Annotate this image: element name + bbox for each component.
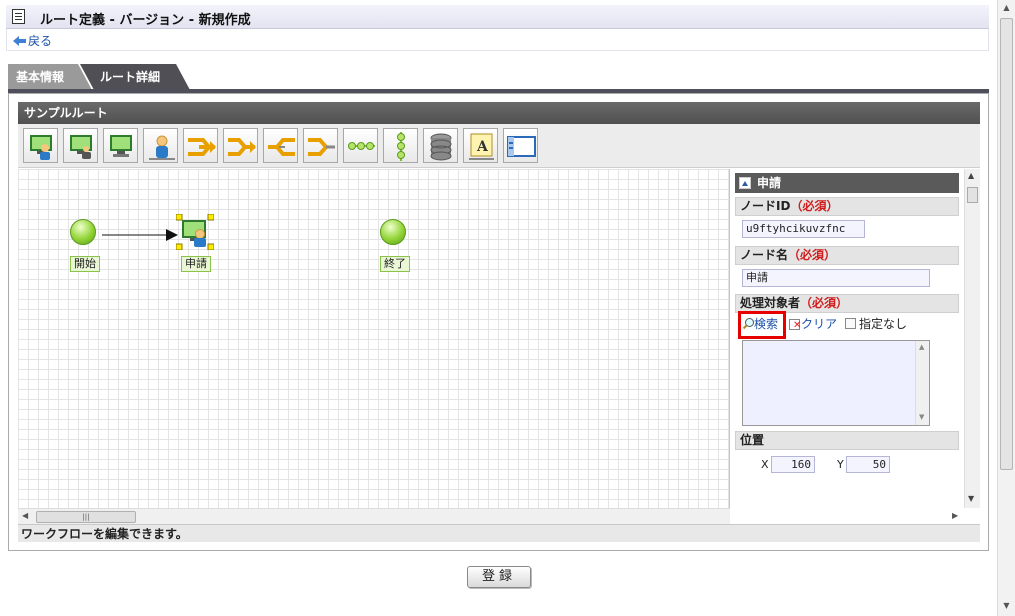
split-icon[interactable] xyxy=(183,128,218,163)
window-scroll-thumb[interactable] xyxy=(1000,18,1013,470)
window-scroll-up-icon[interactable]: ▲ xyxy=(998,0,1015,16)
flow-canvas[interactable]: 開始 申請 終了 xyxy=(18,169,730,524)
back-link[interactable]: 戻る xyxy=(13,32,52,49)
search-button[interactable]: 検索 xyxy=(738,311,786,339)
apply-node[interactable] xyxy=(175,213,215,251)
database-icon[interactable] xyxy=(423,128,458,163)
split-alt-icon[interactable] xyxy=(263,128,298,163)
merge-alt-icon[interactable] xyxy=(303,128,338,163)
no-spec-checkbox[interactable]: 指定なし xyxy=(845,315,907,332)
node-name-field[interactable]: 申請 xyxy=(742,269,930,287)
scroll-left-arrow-icon[interactable]: ◀ xyxy=(22,511,28,520)
x-label: X xyxy=(761,458,769,471)
title-bar: ルート定義 - バージョン - 新規作成 xyxy=(6,5,989,29)
merge-icon[interactable] xyxy=(223,128,258,163)
node-name-label: ノード名 xyxy=(740,248,789,262)
user-process-multi-icon[interactable] xyxy=(63,128,98,163)
search-icon xyxy=(743,318,754,329)
target-listbox[interactable]: ▲ ▼ xyxy=(742,340,930,426)
checkbox-box[interactable] xyxy=(845,318,856,329)
document-icon xyxy=(12,9,25,24)
scroll-thumb[interactable]: ||| xyxy=(36,511,136,523)
properties-title-text: 申請 xyxy=(757,176,782,190)
window-scroll-down-icon[interactable]: ▼ xyxy=(998,598,1015,614)
back-arrow-icon xyxy=(13,36,26,46)
x-field[interactable]: 160 xyxy=(771,456,815,473)
register-button[interactable]: 登録 xyxy=(467,566,531,588)
status-bar: ワークフローを編集できます。 xyxy=(18,524,980,542)
position-header: 位置 xyxy=(735,431,959,450)
props-scroll-thumb[interactable] xyxy=(967,187,978,203)
route-editor-panel: サンプルルート A 開始 申請 終了 ◀ ||| ▶ 申請 ノードID（必須） … xyxy=(8,93,989,551)
scroll-right-arrow-icon[interactable]: ▶ xyxy=(952,511,958,520)
clear-icon xyxy=(789,318,801,331)
toolbar: A xyxy=(18,124,980,168)
target-label: 処理対象者 xyxy=(740,296,801,310)
properties-title: 申請 xyxy=(735,173,959,193)
end-node[interactable] xyxy=(380,219,406,245)
window-scrollbar[interactable]: ▲ ▼ xyxy=(997,0,1015,616)
system-process-icon[interactable] xyxy=(103,128,138,163)
clear-button[interactable]: クリア xyxy=(789,315,837,332)
page-title: ルート定義 - バージョン - 新規作成 xyxy=(40,13,251,28)
vertical-line-icon[interactable] xyxy=(383,128,418,163)
user-process-icon[interactable] xyxy=(23,128,58,163)
node-name-header: ノード名（必須） xyxy=(735,246,959,265)
y-label: Y xyxy=(837,458,844,471)
apply-node-label: 申請 xyxy=(181,256,211,272)
tab-basic-info[interactable]: 基本情報 xyxy=(8,64,92,90)
properties-panel: 申請 ノードID（必須） u9ftyhcikuvzfnc ノード名（必須） 申請… xyxy=(731,169,981,508)
back-row: 戻る xyxy=(6,29,989,51)
panel-title: サンプルルート xyxy=(18,102,980,124)
search-label: 検索 xyxy=(754,317,779,331)
connection-arrow xyxy=(102,229,178,241)
properties-scrollbar[interactable]: ▲ ▼ xyxy=(964,169,980,508)
required-mark: （必須） xyxy=(800,296,849,310)
clear-label: クリア xyxy=(801,317,838,331)
end-node-label: 終了 xyxy=(380,256,410,272)
y-field[interactable]: 50 xyxy=(846,456,890,473)
required-mark: （必須） xyxy=(788,248,837,262)
person-icon[interactable] xyxy=(143,128,178,163)
user-process-icon xyxy=(175,213,215,251)
node-id-label: ノードID xyxy=(740,199,791,213)
collapse-icon[interactable] xyxy=(739,177,751,189)
node-id-header: ノードID（必須） xyxy=(735,197,959,216)
listbox-up-arrow-icon[interactable]: ▲ xyxy=(919,343,924,351)
node-id-field[interactable]: u9ftyhcikuvzfnc xyxy=(742,220,865,238)
svg-text:A: A xyxy=(476,139,489,155)
window-icon[interactable] xyxy=(503,128,538,163)
text-label-icon[interactable]: A xyxy=(463,128,498,163)
required-mark: （必須） xyxy=(790,199,839,213)
props-down-arrow-icon[interactable]: ▼ xyxy=(968,494,974,503)
canvas-horizontal-scrollbar[interactable]: ◀ ||| ▶ xyxy=(18,508,958,524)
props-up-arrow-icon[interactable]: ▲ xyxy=(968,171,974,180)
back-label: 戻る xyxy=(28,34,53,48)
tab-route-detail[interactable]: ルート詳細 xyxy=(80,64,190,90)
horizontal-line-icon[interactable] xyxy=(343,128,378,163)
listbox-down-arrow-icon[interactable]: ▼ xyxy=(919,413,924,421)
no-spec-label: 指定なし xyxy=(859,317,908,331)
end-node-circle xyxy=(380,219,406,245)
listbox-scrollbar[interactable]: ▲ ▼ xyxy=(915,341,929,425)
position-label: 位置 xyxy=(740,433,765,447)
